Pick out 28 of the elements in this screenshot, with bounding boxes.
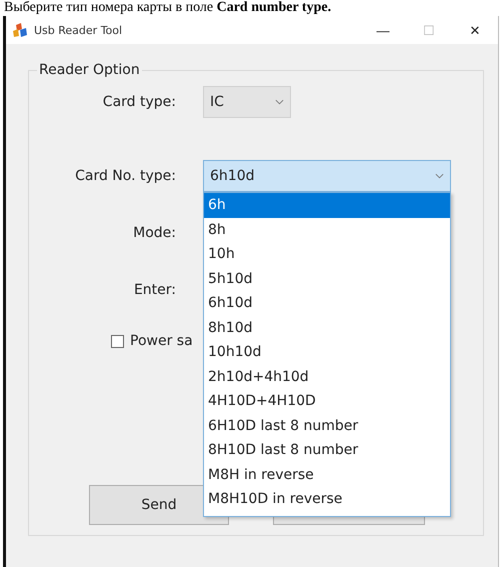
- dropdown-option[interactable]: 6H10D last 8 number: [204, 414, 450, 438]
- chevron-icon: [435, 173, 444, 179]
- window-title: Usb Reader Tool: [34, 24, 124, 36]
- dropdown-option[interactable]: 8H10D last 8 number: [204, 438, 450, 462]
- dropdown-option[interactable]: 8h: [204, 218, 450, 242]
- card-type-combo[interactable]: IC: [203, 86, 291, 118]
- dropdown-option[interactable]: 8h10d: [204, 316, 450, 340]
- field-label: Enter:: [132, 282, 176, 298]
- dropdown-option[interactable]: 6h: [204, 193, 450, 218]
- card-number-type-combo[interactable]: 6h10d: [203, 160, 451, 192]
- minimize-button[interactable]: —: [360, 16, 406, 44]
- field-label: Card type:: [102, 94, 176, 110]
- dropdown-option[interactable]: 4H10D+4H10D: [204, 389, 450, 414]
- dropdown-option[interactable]: 6h10d: [204, 291, 450, 316]
- dropdown-option[interactable]: 5h10d: [204, 266, 450, 291]
- group-title: Reader Option: [38, 62, 141, 78]
- dropdown-option[interactable]: M8H in reverse: [204, 462, 450, 487]
- close-button[interactable]: ✕: [452, 16, 498, 44]
- field-label: Mode:: [132, 225, 176, 241]
- caption-text: Выберите тип номера карты в поле Card number type.: [3, 0, 332, 16]
- checkbox-label: Power sa: [130, 333, 193, 349]
- dropdown-option[interactable]: 10h10d: [204, 340, 450, 364]
- app-icon: [12, 22, 28, 38]
- chevron-icon: [275, 99, 284, 105]
- dropdown-option[interactable]: 2h10d+4h10d: [204, 364, 450, 389]
- dropdown-option[interactable]: 10h: [204, 242, 450, 266]
- field-label: Card No. type:: [74, 168, 176, 184]
- checkbox[interactable]: [111, 334, 124, 348]
